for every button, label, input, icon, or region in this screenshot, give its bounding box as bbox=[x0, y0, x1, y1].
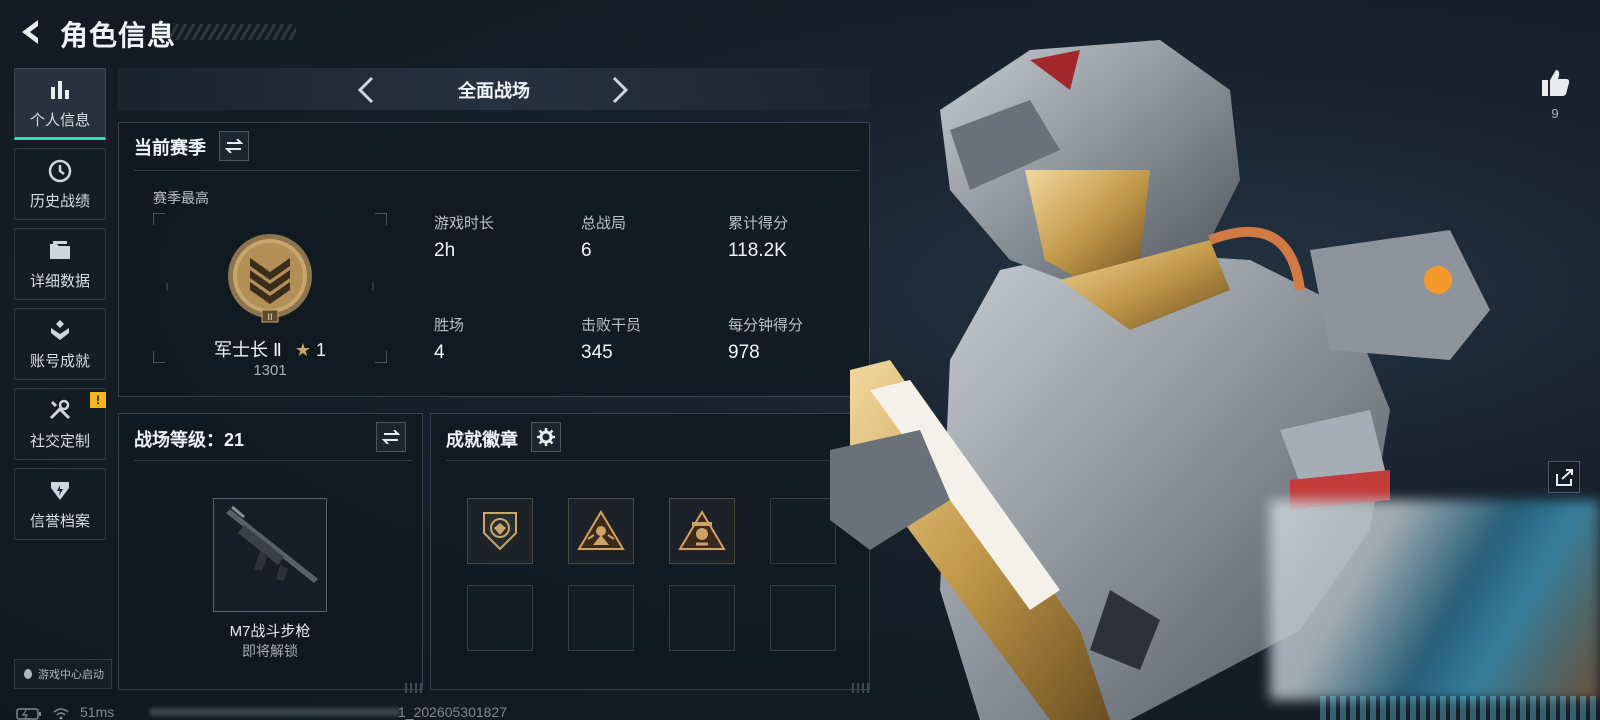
stat-value: 978 bbox=[728, 342, 760, 363]
badge-slot[interactable] bbox=[568, 498, 634, 564]
badge-slot[interactable] bbox=[467, 498, 533, 564]
stat-value: 345 bbox=[581, 342, 613, 363]
rank-score: 1301 bbox=[253, 362, 287, 379]
sidebar-item-detailed-data[interactable]: 详细数据 bbox=[14, 228, 106, 300]
stat-label: 总战局 bbox=[581, 215, 627, 232]
weapon-unlock-slot[interactable] bbox=[213, 498, 327, 612]
wifi-icon bbox=[53, 708, 69, 720]
divider bbox=[446, 460, 860, 461]
achievement-medal-icon bbox=[51, 319, 69, 340]
stat-value: 4 bbox=[434, 342, 445, 363]
stat-value: 118.2K bbox=[728, 240, 787, 261]
build-id: 1_202605301827 bbox=[398, 704, 508, 720]
back-arrow-icon[interactable] bbox=[14, 16, 46, 48]
floor-light-decoration bbox=[1320, 696, 1600, 720]
swap-icon bbox=[225, 139, 243, 153]
stat-label: 每分钟得分 bbox=[728, 317, 804, 334]
bar-chart-icon bbox=[51, 80, 69, 99]
sidebar-item-achievements[interactable]: 账号成就 bbox=[14, 308, 106, 380]
sidebar-item-label: 个人信息 bbox=[29, 111, 90, 129]
divider bbox=[134, 170, 860, 171]
divider bbox=[134, 460, 412, 461]
weapon-name: M7战斗步枪 bbox=[229, 623, 311, 640]
badges-title: 成就徽章 bbox=[446, 430, 518, 450]
star-icon: ★ bbox=[294, 340, 311, 360]
title-decoration bbox=[168, 24, 296, 40]
battlefield-level-title: 战场等级：21 bbox=[134, 430, 245, 450]
thumbs-up-icon[interactable] bbox=[1538, 66, 1572, 100]
season-title: 当前赛季 bbox=[134, 138, 206, 158]
shield-badge-icon bbox=[483, 512, 517, 551]
rank-name: 军士长 Ⅱ bbox=[213, 340, 282, 360]
sidebar-item-history[interactable]: 历史战绩 bbox=[14, 148, 106, 220]
credit-shield-icon bbox=[51, 481, 69, 500]
season-switch-button[interactable] bbox=[219, 131, 249, 161]
wrench-tools-icon bbox=[49, 399, 71, 419]
triangle-operator-badge-icon bbox=[577, 510, 625, 550]
folder-icon bbox=[50, 240, 70, 259]
weapon-status: 即将解锁 bbox=[242, 643, 298, 659]
share-button[interactable] bbox=[1548, 461, 1580, 493]
sidebar-item-label: 社交定制 bbox=[29, 432, 90, 450]
badge-slot[interactable] bbox=[568, 585, 634, 651]
panel-corner-decoration bbox=[405, 683, 423, 693]
badge-slot[interactable] bbox=[669, 498, 735, 564]
season-subtitle: 赛季最高 bbox=[153, 190, 209, 206]
sidebar-item-personal-info[interactable]: 个人信息 bbox=[14, 68, 106, 140]
rifle-icon bbox=[226, 505, 318, 583]
stat-label: 累计得分 bbox=[728, 215, 789, 232]
blurred-overlay bbox=[1270, 500, 1600, 700]
stat-value: 6 bbox=[581, 240, 592, 261]
badge-settings-button[interactable] bbox=[531, 422, 561, 452]
blurred-footer-info bbox=[150, 708, 400, 716]
badge-slot[interactable] bbox=[770, 585, 836, 651]
sidebar-item-label: 账号成就 bbox=[29, 352, 90, 370]
like-count: 9 bbox=[1551, 106, 1559, 121]
notification-badge: ! bbox=[90, 392, 106, 408]
page-title: 角色信息 bbox=[60, 20, 177, 51]
triangle-skull-badge-icon bbox=[678, 510, 726, 550]
stat-label: 游戏时长 bbox=[434, 215, 495, 232]
stat-label: 击败干员 bbox=[581, 317, 642, 334]
mode-next-arrow-icon[interactable] bbox=[604, 74, 634, 106]
ping-display: 51ms bbox=[80, 704, 115, 720]
penguin-icon bbox=[24, 669, 32, 679]
svg-text:II: II bbox=[267, 313, 272, 323]
sidebar-item-label: 历史战绩 bbox=[29, 192, 90, 210]
level-switch-button[interactable] bbox=[376, 422, 406, 452]
gear-icon bbox=[537, 428, 555, 446]
badge-slot[interactable] bbox=[467, 585, 533, 651]
badge-slot[interactable] bbox=[770, 498, 836, 564]
sidebar-item-label: 详细数据 bbox=[29, 272, 90, 290]
sidebar-item-credit-record[interactable]: 信誉档案 bbox=[14, 468, 106, 540]
rank-emblem-icon: II bbox=[228, 234, 312, 323]
rank-stars: 1 bbox=[316, 340, 327, 360]
rank-name-row: 军士长 Ⅱ ★ 1 bbox=[153, 336, 387, 362]
sidebar-item-label: 信誉档案 bbox=[29, 512, 90, 530]
stat-label: 胜场 bbox=[434, 317, 465, 334]
clock-history-icon bbox=[48, 159, 72, 182]
badge-slot[interactable] bbox=[669, 585, 735, 651]
share-icon bbox=[1556, 469, 1573, 486]
battery-icon bbox=[16, 708, 41, 720]
mode-title: 全面战场 bbox=[458, 81, 530, 101]
game-center-launch-button[interactable]: 游戏中心启动 bbox=[14, 659, 112, 689]
stat-value: 2h bbox=[434, 240, 456, 261]
game-center-label: 游戏中心启动 bbox=[38, 669, 104, 681]
swap-icon bbox=[382, 430, 400, 444]
